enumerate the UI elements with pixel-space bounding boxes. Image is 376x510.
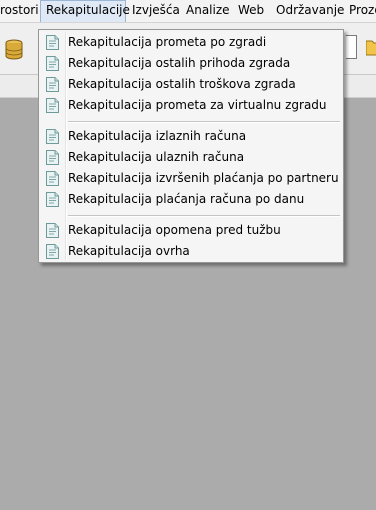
menu-item-rekap-placanja-po-danu[interactable]: Rekapitulacija plaćanja računa po danu [41, 189, 341, 210]
menu-item-label: Rekapitulacija opomena pred tužbu [68, 223, 281, 237]
document-icon [46, 223, 59, 238]
menu-item-rekap-prometa-po-zgradi[interactable]: Rekapitulacija prometa po zgradi [41, 32, 341, 53]
menu-item-label: Rekapitulacija prometa za virtualnu zgra… [68, 98, 327, 112]
menu-rekapitulacije[interactable]: Rekapitulacije [40, 0, 130, 22]
menu-separator [68, 121, 340, 123]
menu-item-label: Rekapitulacija ulaznih računa [68, 150, 245, 164]
rekapitulacije-dropdown: Rekapitulacija prometa po zgradi Rekapit… [38, 29, 344, 263]
menu-prozori[interactable]: Prozo [343, 0, 376, 22]
menu-item-label: Rekapitulacija izvršenih plaćanja po par… [68, 171, 339, 185]
menu-item-rekap-virtualna-zgrada[interactable]: Rekapitulacija prometa za virtualnu zgra… [41, 95, 341, 116]
menu-item-rekap-placanja-po-partneru[interactable]: Rekapitulacija izvršenih plaćanja po par… [41, 168, 341, 189]
document-icon [46, 150, 59, 165]
menu-item-rekap-ulaznih-racuna[interactable]: Rekapitulacija ulaznih računa [41, 147, 341, 168]
menu-analize[interactable]: Analize [180, 0, 236, 22]
menu-izvjesca[interactable]: Izvješća [126, 0, 186, 22]
menu-item-label: Rekapitulacija ostalih prihoda zgrada [68, 56, 291, 70]
document-icon [46, 98, 59, 113]
menu-bar: rostori Rekapitulacije Izvješća Analize … [0, 0, 376, 23]
menu-item-rekap-ostalih-troskova[interactable]: Rekapitulacija ostalih troškova zgrada [41, 74, 341, 95]
document-icon [46, 129, 59, 144]
database-icon[interactable] [4, 39, 24, 64]
menu-item-label: Rekapitulacija ovrha [68, 244, 190, 258]
folder-icon[interactable] [365, 37, 376, 60]
document-icon [46, 35, 59, 50]
menu-item-rekap-ostalih-prihoda[interactable]: Rekapitulacija ostalih prihoda zgrada [41, 53, 341, 74]
document-icon [46, 171, 59, 186]
menu-item-rekap-izlaznih-racuna[interactable]: Rekapitulacija izlaznih računa [41, 126, 341, 147]
menu-item-label: Rekapitulacija ostalih troškova zgrada [68, 77, 296, 91]
document-icon [46, 77, 59, 92]
document-icon [46, 192, 59, 207]
menu-item-rekap-opomena[interactable]: Rekapitulacija opomena pred tužbu [41, 220, 341, 241]
toolbar-field-edge [346, 35, 357, 59]
menu-separator [68, 215, 340, 217]
menu-item-rekap-ovrha[interactable]: Rekapitulacija ovrha [41, 241, 341, 262]
menu-item-label: Rekapitulacija izlaznih računa [68, 129, 247, 143]
menu-odrzavanje[interactable]: Održavanje [270, 0, 350, 22]
menu-prostori[interactable]: rostori [0, 0, 45, 22]
menu-item-label: Rekapitulacija plaćanja računa po danu [68, 192, 305, 206]
document-icon [46, 56, 59, 71]
menu-web[interactable]: Web [232, 0, 270, 22]
menu-item-label: Rekapitulacija prometa po zgradi [68, 35, 267, 49]
document-icon [46, 244, 59, 259]
